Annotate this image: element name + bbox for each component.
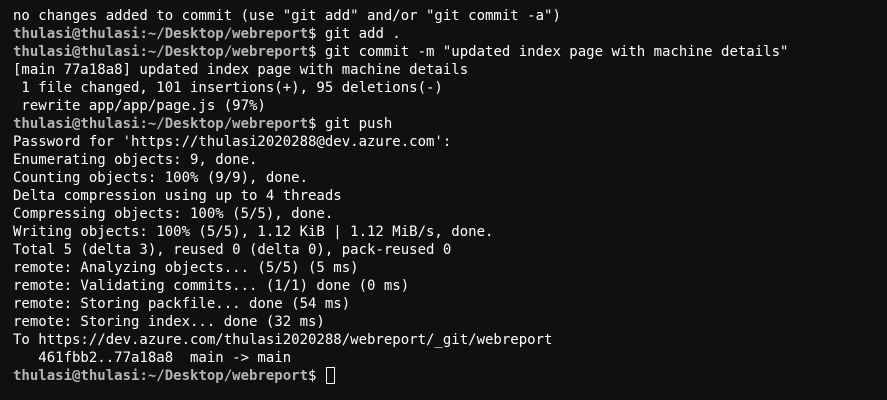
output-line: To https://dev.azure.com/thulasi2020288/…	[13, 332, 553, 348]
prompt-path: :~/Desktop/webreport	[139, 44, 309, 60]
output-line: Compressing objects: 100% (5/5), done.	[13, 206, 334, 222]
output-line: remote: Storing packfile... done (54 ms)	[13, 296, 351, 312]
output-line: [main 77a18a8] updated index page with m…	[13, 62, 469, 78]
output-line: Password for 'https://thulasi2020288@dev…	[13, 134, 452, 150]
output-line: Delta compression using up to 4 threads	[13, 188, 342, 204]
prompt-line: thulasi@thulasi:~/Desktop/webreport$ git…	[13, 25, 887, 43]
prompt-symbol: $	[308, 44, 325, 60]
output-line: no changes added to commit (use "git add…	[13, 8, 561, 24]
prompt-symbol: $	[308, 26, 325, 42]
output-line: Writing objects: 100% (5/5), 1.12 KiB | …	[13, 224, 494, 240]
prompt-line: thulasi@thulasi:~/Desktop/webreport$ git…	[13, 43, 887, 61]
prompt-user: thulasi@thulasi	[13, 26, 140, 42]
output-line: rewrite app/app/page.js (97%)	[13, 98, 266, 114]
prompt-symbol: $	[308, 116, 325, 132]
output-line: remote: Storing index... done (32 ms)	[13, 314, 325, 330]
prompt-user: thulasi@thulasi	[13, 368, 140, 384]
output-line: 1 file changed, 101 insertions(+), 95 de…	[13, 80, 443, 96]
prompt-path: :~/Desktop/webreport	[139, 116, 309, 132]
prompt-user: thulasi@thulasi	[13, 116, 140, 132]
output-line: Enumerating objects: 9, done.	[13, 152, 258, 168]
active-prompt-line[interactable]: thulasi@thulasi:~/Desktop/webreport$	[13, 367, 887, 385]
output-line: Counting objects: 100% (9/9), done.	[13, 170, 309, 186]
output-line: remote: Analyzing objects... (5/5) (5 ms…	[13, 260, 359, 276]
prompt-path: :~/Desktop/webreport	[139, 368, 309, 384]
prompt-user: thulasi@thulasi	[13, 44, 140, 60]
command-text: git push	[324, 116, 393, 132]
command-text: git add .	[324, 26, 401, 42]
prompt-line: thulasi@thulasi:~/Desktop/webreport$ git…	[13, 115, 887, 133]
output-line: Total 5 (delta 3), reused 0 (delta 0), p…	[13, 242, 452, 258]
output-line: remote: Validating commits... (1/1) done…	[13, 278, 410, 294]
text-cursor[interactable]	[325, 367, 335, 384]
terminal-window[interactable]: no changes added to commit (use "git add…	[0, 0, 887, 400]
output-line: 461fbb2..77a18a8 main -> main	[13, 350, 292, 366]
prompt-path: :~/Desktop/webreport	[139, 26, 309, 42]
prompt-symbol: $	[308, 368, 325, 384]
command-text: git commit -m "updated index page with m…	[324, 44, 789, 60]
